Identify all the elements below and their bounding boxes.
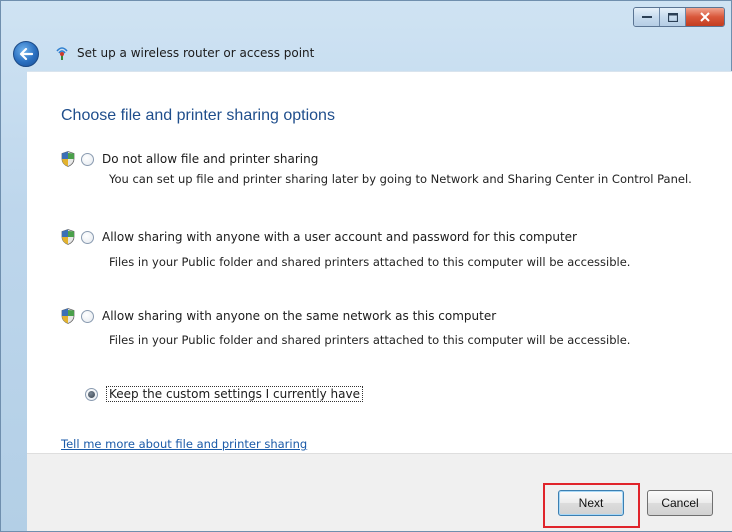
- navigation-bar: Set up a wireless router or access point: [1, 35, 731, 69]
- option-keep-custom[interactable]: Keep the custom settings I currently hav…: [85, 386, 363, 402]
- cancel-button[interactable]: Cancel: [647, 490, 713, 516]
- option-label: Do not allow file and printer sharing: [102, 152, 319, 166]
- content-area: Choose file and printer sharing options …: [27, 71, 732, 453]
- maximize-button[interactable]: [660, 8, 686, 26]
- back-button[interactable]: [13, 41, 39, 67]
- button-bar: Next Cancel: [27, 453, 732, 531]
- page-heading: Choose file and printer sharing options: [61, 107, 335, 124]
- option-description: You can set up file and printer sharing …: [109, 172, 692, 186]
- radio-keep-custom[interactable]: [85, 387, 98, 401]
- close-icon: [700, 12, 710, 22]
- uac-shield-icon: [61, 151, 75, 167]
- help-link[interactable]: Tell me more about file and printer shar…: [61, 437, 307, 451]
- wizard-window: Set up a wireless router or access point…: [0, 0, 732, 532]
- title-bar: [1, 1, 731, 33]
- option-network-sharing[interactable]: Allow sharing with anyone on the same ne…: [61, 308, 496, 324]
- caption-buttons: [633, 7, 725, 27]
- minimize-icon: [641, 16, 652, 18]
- wireless-network-icon: [53, 45, 71, 61]
- option-no-sharing[interactable]: Do not allow file and printer sharing: [61, 151, 318, 167]
- option-label: Keep the custom settings I currently hav…: [106, 386, 363, 402]
- uac-shield-icon: [61, 229, 75, 245]
- option-description: Files in your Public folder and shared p…: [109, 333, 631, 347]
- option-password-sharing[interactable]: Allow sharing with anyone with a user ac…: [61, 229, 577, 245]
- radio-no-sharing[interactable]: [81, 152, 94, 166]
- radio-password-sharing[interactable]: [81, 230, 94, 244]
- maximize-icon: [667, 12, 678, 22]
- option-label: Allow sharing with anyone with a user ac…: [102, 230, 577, 244]
- option-description: Files in your Public folder and shared p…: [109, 255, 631, 269]
- close-button[interactable]: [686, 8, 724, 26]
- next-button[interactable]: Next: [558, 490, 624, 516]
- option-label: Allow sharing with anyone on the same ne…: [102, 309, 497, 323]
- window-title: Set up a wireless router or access point: [77, 46, 315, 60]
- minimize-button[interactable]: [634, 8, 660, 26]
- radio-network-sharing[interactable]: [81, 309, 94, 323]
- uac-shield-icon: [61, 308, 75, 324]
- back-arrow-icon: [19, 48, 33, 60]
